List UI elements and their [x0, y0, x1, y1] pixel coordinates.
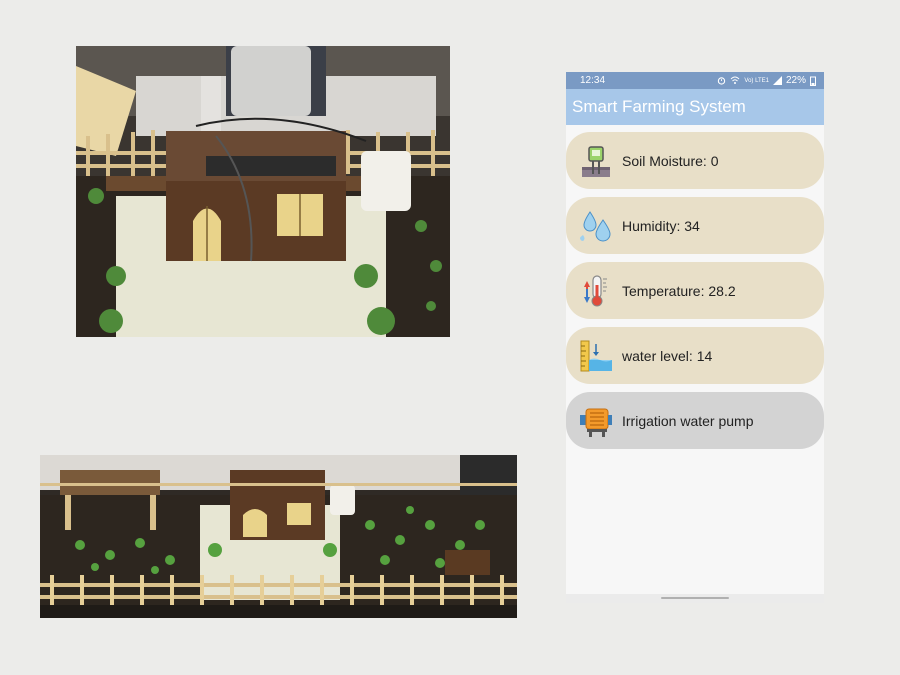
water-drops-icon: [578, 208, 614, 244]
irrigation-water-pump-button[interactable]: Irrigation water pump: [566, 392, 824, 449]
network-label: Vo) LTE1: [744, 77, 769, 84]
alarm-icon: [718, 77, 726, 85]
humidity-card[interactable]: Humidity: 34: [566, 197, 824, 254]
farm-model-overview-photo: [40, 455, 517, 618]
battery-percentage: 22%: [785, 75, 806, 86]
battery-icon: [810, 76, 816, 86]
status-icons: Vo) LTE1 22%: [717, 75, 816, 86]
water-level-icon: [578, 338, 614, 374]
sensor-card-list: Soil Moisture: 0 Humidity: 34 Temperatur…: [566, 125, 824, 449]
app-title: Smart Farming System: [572, 97, 746, 116]
phone-screen: 12:34 Vo) LTE1 22% Smart Farming System: [566, 72, 824, 603]
farm-model-house-photo: [76, 46, 450, 337]
soil-moisture-sensor-icon: [578, 143, 614, 179]
wifi-icon: [731, 76, 740, 84]
thermometer-icon: [578, 273, 614, 309]
water-level-label: water level: 14: [622, 347, 713, 364]
app-title-bar: Smart Farming System: [566, 89, 824, 125]
home-gesture-handle[interactable]: [661, 597, 729, 599]
status-time: 12:34: [580, 75, 606, 86]
temperature-label: Temperature: 28.2: [622, 282, 736, 299]
signal-icon: [772, 76, 782, 85]
water-pump-icon: [578, 403, 614, 439]
water-level-card[interactable]: water level: 14: [566, 327, 824, 384]
irrigation-water-pump-label: Irrigation water pump: [622, 412, 754, 429]
soil-moisture-card[interactable]: Soil Moisture: 0: [566, 132, 824, 189]
humidity-label: Humidity: 34: [622, 217, 700, 234]
status-bar: 12:34 Vo) LTE1 22%: [566, 72, 824, 89]
temperature-card[interactable]: Temperature: 28.2: [566, 262, 824, 319]
navigation-bar: [566, 594, 824, 603]
soil-moisture-label: Soil Moisture: 0: [622, 152, 719, 169]
